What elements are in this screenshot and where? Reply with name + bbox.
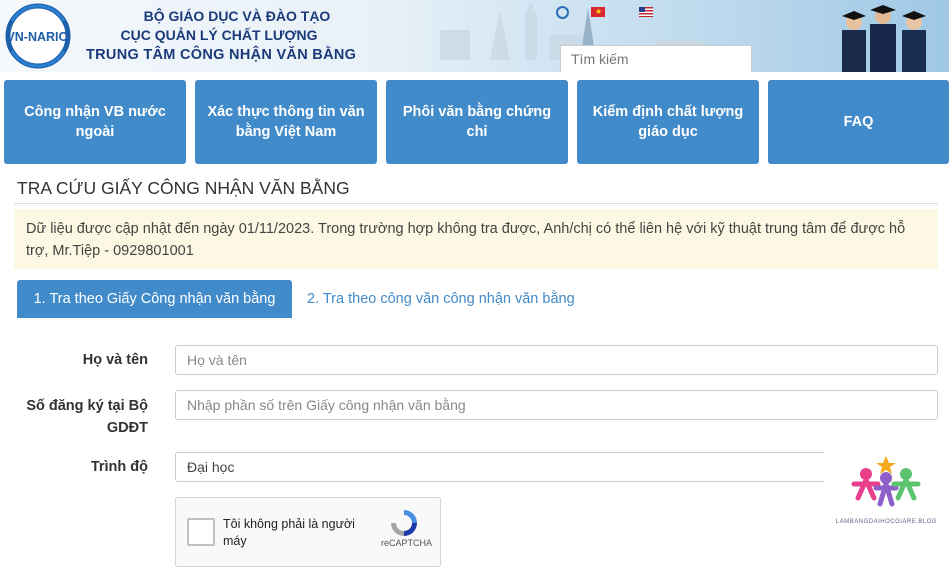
org-line-1: BỘ GIÁO DỤC VÀ ĐÀO TẠO	[143, 8, 331, 24]
page-title: TRA CỨU GIẤY CÔNG NHẬN VĂN BẰNG	[17, 178, 350, 198]
name-input[interactable]	[175, 345, 938, 375]
level-label: Trình độ	[90, 459, 148, 475]
us-flag-icon[interactable]	[639, 7, 653, 17]
search-icon[interactable]	[556, 6, 569, 19]
level-select-value: Đại học	[187, 459, 235, 475]
registration-number-label: Số đăng ký tại Bộ GDĐT	[10, 395, 148, 439]
recaptcha-icon	[391, 510, 417, 536]
registration-label-line-1: Số đăng ký tại Bộ	[26, 398, 148, 414]
org-line-3: TRUNG TÂM CÔNG NHẬN VĂN BẰNG	[86, 47, 357, 63]
update-notice: Dữ liệu được cập nhật đến ngày 01/11/202…	[14, 209, 938, 269]
registration-label-line-2: GDĐT	[106, 420, 148, 436]
organization-name: BỘ GIÁO DỤC VÀ ĐÀO TẠO CỤC QUẢN LÝ CHẤT …	[84, 6, 374, 65]
title-divider	[14, 203, 938, 204]
nav-education-quality-accreditation[interactable]: Kiểm định chất lượng giáo dục	[577, 80, 759, 164]
watermark-text: LAMBANGDAIHOCGIARE.BLOG	[835, 519, 938, 525]
main-nav: Công nhận VB nước ngoài Xác thực thông t…	[0, 80, 949, 164]
registration-number-input[interactable]	[175, 390, 938, 420]
graduates-illustration	[842, 5, 926, 72]
nav-vietnam-degree-verification[interactable]: Xác thực thông tin văn bằng Việt Nam	[195, 80, 377, 164]
watermark-logo-icon	[851, 456, 921, 507]
site-header: VN-NARIC BỘ GIÁO DỤC VÀ ĐÀO TẠO CỤC QUẢN…	[0, 0, 949, 72]
search-input[interactable]	[560, 45, 752, 72]
org-line-2: CỤC QUẢN LÝ CHẤT LƯỢNG	[120, 27, 318, 43]
nav-foreign-degree-recognition[interactable]: Công nhận VB nước ngoài	[4, 80, 186, 164]
recaptcha-label: Tôi không phải là người máy	[223, 517, 355, 548]
site-watermark: LAMBANGDAIHOCGIARE.BLOG	[824, 430, 949, 554]
name-label: Họ và tên	[82, 352, 148, 368]
tab-by-recognition-certificate[interactable]: 1. Tra theo Giấy Công nhận văn bằng	[17, 280, 292, 318]
recaptcha-brand: reCAPTCHA	[381, 538, 433, 548]
recaptcha-widget: Tôi không phải là người máy reCAPTCHA	[175, 497, 441, 567]
vn-naric-logo[interactable]: VN-NARIC	[2, 3, 72, 69]
vietnam-flag-icon[interactable]: ★	[591, 7, 605, 17]
recaptcha-checkbox[interactable]	[187, 518, 215, 546]
logo-text: VN-NARIC	[6, 30, 67, 44]
nav-faq[interactable]: FAQ	[768, 80, 949, 164]
nav-degree-blanks[interactable]: Phôi văn bằng chứng chỉ	[386, 80, 568, 164]
tab-by-recognition-letter[interactable]: 2. Tra theo công văn công nhận văn bằng	[307, 280, 575, 318]
